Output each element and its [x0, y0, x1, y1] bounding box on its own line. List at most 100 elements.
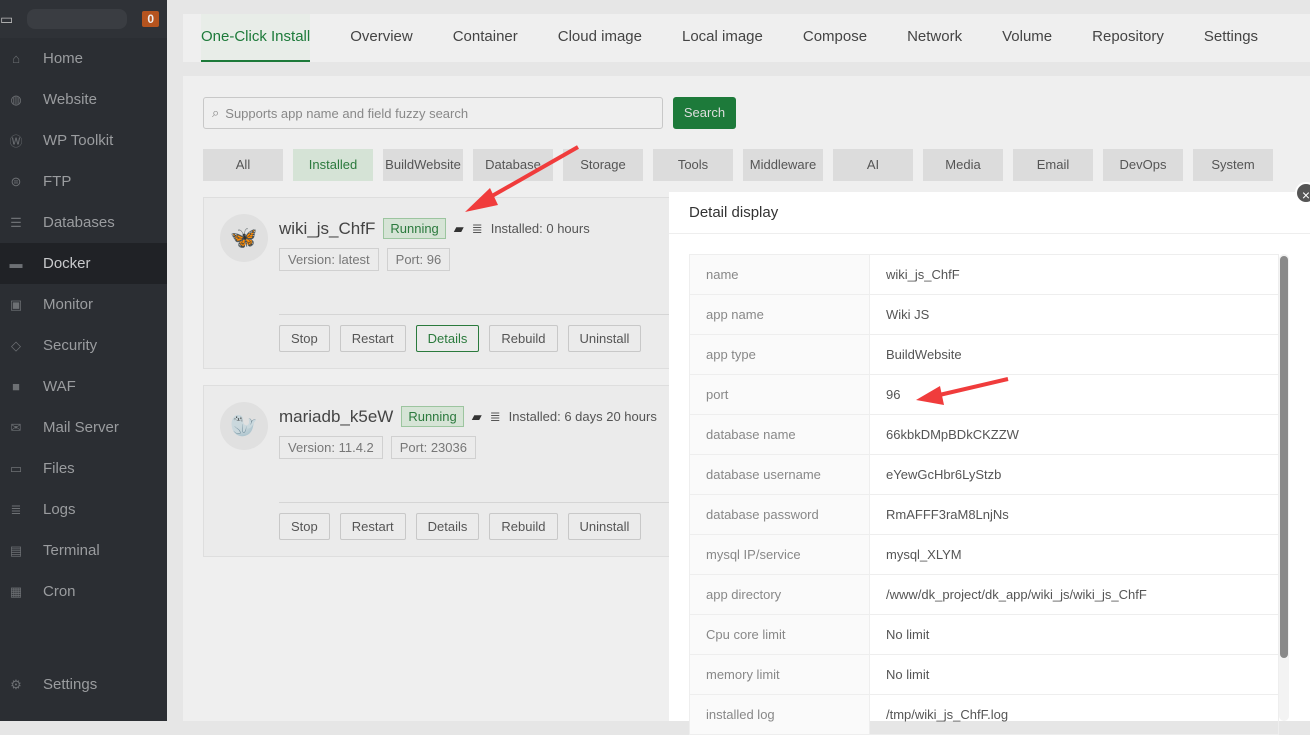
- category-all[interactable]: All: [203, 149, 283, 181]
- detail-value: BuildWebsite: [886, 347, 962, 362]
- version-tag: Version: 11.4.2: [279, 436, 383, 459]
- tab-repository[interactable]: Repository: [1092, 14, 1164, 62]
- stop-button[interactable]: Stop: [279, 325, 330, 352]
- restart-button[interactable]: Restart: [339, 325, 406, 352]
- tab-settings[interactable]: Settings: [1204, 14, 1258, 62]
- category-filter: All Installed BuildWebsite Database Storage T…: [203, 149, 1273, 181]
- detail-label: app type: [690, 335, 870, 374]
- detail-row: Cpu core limit No limit: [690, 615, 1278, 655]
- sidebar-item-docker[interactable]: ▬ Docker: [0, 243, 167, 284]
- category-system[interactable]: System: [1193, 149, 1273, 181]
- tab-local-image[interactable]: Local image: [682, 14, 763, 62]
- details-button[interactable]: Details: [415, 513, 480, 540]
- detail-label: app name: [690, 295, 870, 334]
- sidebar-item-label: Docker: [43, 255, 91, 272]
- home-icon: ⌂: [12, 51, 20, 66]
- details-button[interactable]: Details: [415, 325, 480, 352]
- category-email[interactable]: Email: [1013, 149, 1093, 181]
- tab-volume[interactable]: Volume: [1002, 14, 1052, 62]
- category-devops[interactable]: DevOps: [1103, 149, 1183, 181]
- sidebar-item-label: Terminal: [43, 542, 100, 559]
- uninstall-button[interactable]: Uninstall: [567, 325, 642, 352]
- detail-value: mysql_XLYM: [886, 547, 962, 562]
- tab-network[interactable]: Network: [907, 14, 962, 62]
- stop-button[interactable]: Stop: [279, 513, 330, 540]
- status-badge: Running: [383, 218, 446, 239]
- detail-label: installed log: [690, 695, 870, 734]
- category-media[interactable]: Media: [923, 149, 1003, 181]
- sidebar-item-label: Databases: [43, 214, 115, 231]
- installed-time: Installed: 0 hours: [490, 221, 590, 236]
- detail-label: mysql IP/service: [690, 535, 870, 574]
- sidebar-item-label: Monitor: [43, 296, 94, 313]
- app-logo: 🦋: [220, 214, 268, 262]
- category-storage[interactable]: Storage: [563, 149, 643, 181]
- tab-compose[interactable]: Compose: [803, 14, 867, 62]
- detail-row: app type BuildWebsite: [690, 335, 1278, 375]
- divider: [279, 502, 682, 503]
- scrollbar-thumb[interactable]: [1280, 256, 1288, 658]
- sidebar-item-settings[interactable]: ⚙ Settings: [0, 664, 167, 705]
- sidebar-item-website[interactable]: ◍ Website: [0, 79, 167, 120]
- sidebar-item-mail-server[interactable]: ✉ Mail Server: [0, 407, 167, 448]
- detail-label: database name: [690, 415, 870, 454]
- scrollbar[interactable]: [1279, 254, 1289, 721]
- category-ai[interactable]: AI: [833, 149, 913, 181]
- detail-label: memory limit: [690, 655, 870, 694]
- detail-value: /www/dk_project/dk_app/wiki_js/wiki_js_C…: [886, 587, 1147, 602]
- detail-modal: Detail display name wiki_js_ChfF app name W…: [669, 192, 1310, 735]
- folder-icon[interactable]: ▰: [472, 409, 482, 425]
- ftp-icon: ⊜: [10, 173, 22, 189]
- sidebar-item-wp-toolkit[interactable]: Ⓦ WP Toolkit: [0, 120, 167, 161]
- sidebar-item-terminal[interactable]: ▤ Terminal: [0, 530, 167, 571]
- category-installed[interactable]: Installed: [293, 149, 373, 181]
- log-icon[interactable]: ≣: [490, 409, 501, 425]
- sidebar-item-databases[interactable]: ☰ Databases: [0, 202, 167, 243]
- detail-row: name wiki_js_ChfF: [690, 255, 1278, 295]
- search-input[interactable]: ⌕ Supports app name and field fuzzy sear…: [203, 97, 663, 129]
- app-card: 🦋 wiki_js_ChfF Running ▰ ≣ Installed: 0 …: [203, 197, 683, 369]
- folder-icon[interactable]: ▰: [454, 221, 464, 237]
- sidebar-item-cron[interactable]: ▦ Cron: [0, 571, 167, 612]
- restart-button[interactable]: Restart: [339, 513, 406, 540]
- sidebar-item-files[interactable]: ▭ Files: [0, 448, 167, 489]
- sidebar-item-label: Website: [43, 91, 97, 108]
- sidebar-item-label: WAF: [43, 378, 76, 395]
- tab-cloud-image[interactable]: Cloud image: [558, 14, 642, 62]
- version-tag: Version: latest: [279, 248, 379, 271]
- category-buildwebsite[interactable]: BuildWebsite: [383, 149, 463, 181]
- detail-value: /tmp/wiki_js_ChfF.log: [886, 707, 1009, 722]
- log-icon[interactable]: ≣: [472, 221, 483, 237]
- tab-one-click-install[interactable]: One-Click Install: [201, 14, 311, 62]
- uninstall-button[interactable]: Uninstall: [567, 513, 642, 540]
- tab-overview[interactable]: Overview: [350, 14, 413, 62]
- sidebar-item-logs[interactable]: ≣ Logs: [0, 489, 167, 530]
- rebuild-button[interactable]: Rebuild: [489, 513, 558, 540]
- sidebar-item-label: Security: [43, 337, 98, 354]
- server-icon: ▭: [0, 10, 14, 27]
- sidebar: ▭ 0 ⌂ Home ◍ Website Ⓦ WP Toolkit ⊜ FTP ☰ Databas…: [0, 0, 167, 721]
- sidebar-item-security[interactable]: ◇ Security: [0, 325, 167, 366]
- tab-bar: One-Click Install Overview Container Cloud …: [183, 14, 1310, 62]
- search-button[interactable]: Search: [673, 97, 736, 129]
- close-modal-button[interactable]: ×: [1295, 182, 1310, 204]
- terminal-icon: ▤: [9, 542, 23, 558]
- sidebar-item-home[interactable]: ⌂ Home: [0, 38, 167, 79]
- gear-icon: ⚙: [10, 676, 22, 692]
- divider: [279, 314, 682, 315]
- installed-time: Installed: 6 days 20 hours: [508, 409, 657, 424]
- rebuild-button[interactable]: Rebuild: [489, 325, 558, 352]
- category-database[interactable]: Database: [473, 149, 553, 181]
- detail-row: database username eYewGcHbr6LyStzb: [690, 455, 1278, 495]
- category-middleware[interactable]: Middleware: [743, 149, 823, 181]
- sidebar-item-monitor[interactable]: ▣ Monitor: [0, 284, 167, 325]
- category-tools[interactable]: Tools: [653, 149, 733, 181]
- sidebar-item-ftp[interactable]: ⊜ FTP: [0, 161, 167, 202]
- detail-label: name: [690, 255, 870, 294]
- server-name-redacted: [27, 9, 128, 29]
- detail-row: mysql IP/service mysql_XLYM: [690, 535, 1278, 575]
- sidebar-item-waf[interactable]: ■ WAF: [0, 366, 167, 407]
- folder-icon: ▭: [9, 460, 23, 476]
- tab-container[interactable]: Container: [453, 14, 518, 62]
- notification-badge[interactable]: 0: [142, 11, 159, 27]
